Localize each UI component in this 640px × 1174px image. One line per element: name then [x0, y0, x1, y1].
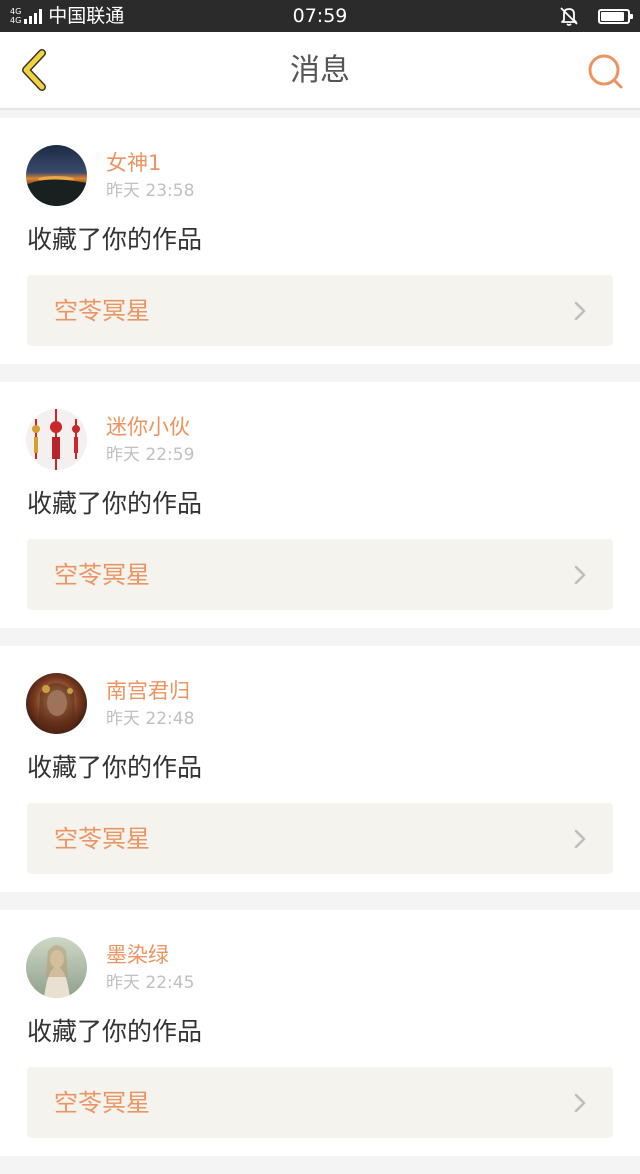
timestamp: 昨天 22:59 — [106, 445, 195, 465]
work-title: 空苓冥星 — [54, 561, 150, 589]
search-button[interactable] — [584, 50, 626, 92]
avatar[interactable] — [26, 409, 87, 470]
search-icon — [588, 54, 623, 89]
message-text: 收藏了你的作品 — [27, 225, 203, 254]
message-card: 南宫君归 昨天 22:48 收藏了你的作品 空苓冥星 — [0, 646, 640, 892]
avatar[interactable] — [26, 937, 87, 998]
work-link[interactable]: 空苓冥星 — [27, 539, 613, 610]
page-title: 消息 — [290, 53, 350, 88]
timestamp: 昨天 22:45 — [106, 973, 195, 993]
status-right — [558, 5, 633, 27]
message-text: 收藏了你的作品 — [27, 1017, 203, 1046]
user-name[interactable]: 迷你小伙 — [106, 414, 190, 440]
status-time: 07:59 — [292, 5, 348, 27]
message-text: 收藏了你的作品 — [27, 489, 203, 518]
chevron-right-icon — [574, 301, 586, 321]
message-card: 迷你小伙 昨天 22:59 收藏了你的作品 空苓冥星 — [0, 382, 640, 628]
work-title: 空苓冥星 — [54, 297, 150, 325]
nav-bar: 消息 — [0, 32, 640, 110]
work-link[interactable]: 空苓冥星 — [27, 803, 613, 874]
message-text: 收藏了你的作品 — [27, 753, 203, 782]
timestamp: 昨天 23:58 — [106, 181, 195, 201]
chevron-right-icon — [574, 1093, 586, 1113]
chevron-right-icon — [574, 565, 586, 585]
battery-fill — [601, 11, 624, 21]
user-name[interactable]: 女神1 — [106, 150, 161, 176]
message-list: 女神1 昨天 23:58 收藏了你的作品 空苓冥星 迷你小伙 昨天 22:59 … — [0, 118, 640, 1174]
chevron-right-icon — [574, 829, 586, 849]
message-card: 墨染绿 昨天 22:45 收藏了你的作品 空苓冥星 — [0, 910, 640, 1156]
user-name[interactable]: 墨染绿 — [106, 942, 169, 968]
work-title: 空苓冥星 — [54, 825, 150, 853]
work-link[interactable]: 空苓冥星 — [27, 1067, 613, 1138]
status-bar: 4G 4G 中国联通 07:59 — [0, 0, 640, 32]
mute-bell-icon — [560, 7, 578, 26]
battery-icon — [598, 8, 633, 24]
user-name[interactable]: 南宫君归 — [106, 678, 190, 704]
avatar[interactable] — [26, 673, 87, 734]
timestamp: 昨天 22:48 — [106, 709, 195, 729]
avatar[interactable] — [26, 145, 87, 206]
work-title: 空苓冥星 — [54, 1089, 150, 1117]
message-card: 女神1 昨天 23:58 收藏了你的作品 空苓冥星 — [0, 118, 640, 364]
work-link[interactable]: 空苓冥星 — [27, 275, 613, 346]
